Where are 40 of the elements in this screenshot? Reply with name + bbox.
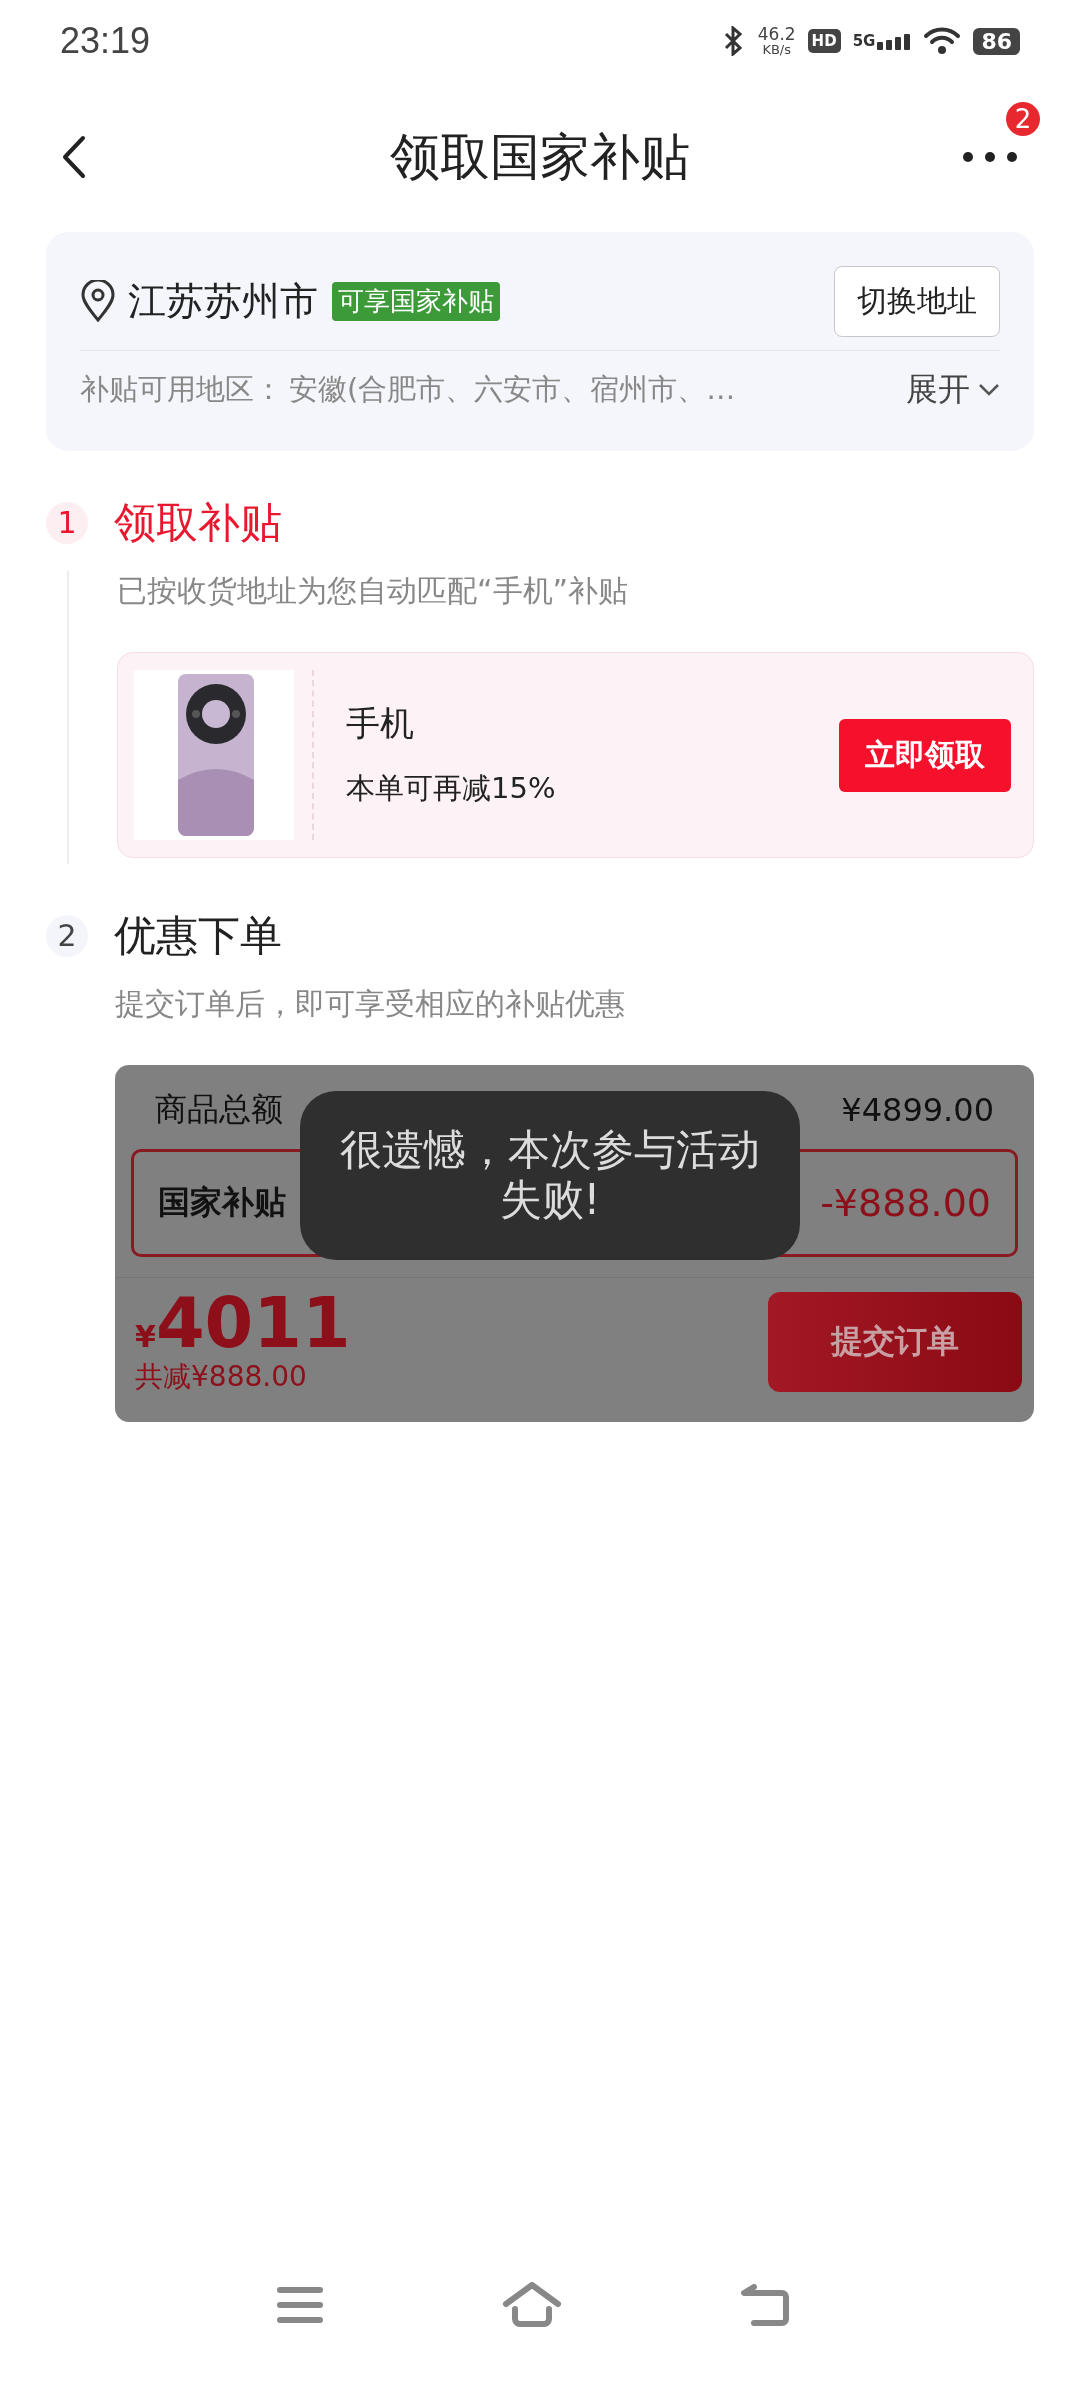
row-value: ¥4899.00	[841, 1091, 994, 1129]
regions-text: 安徽(合肥市、六安市、宿州市、…	[289, 371, 736, 408]
toast-message: 很遗憾，本次参与活动失败!	[300, 1091, 800, 1260]
currency-symbol: ¥	[135, 1319, 156, 1354]
step-subtitle: 提交订单后，即可享受相应的补贴优惠	[115, 985, 626, 1023]
city-name: 江苏苏州市	[128, 277, 318, 325]
expand-button[interactable]: 展开	[906, 368, 1000, 412]
step-number: 2	[46, 915, 88, 957]
menu-icon[interactable]	[276, 2285, 324, 2325]
step-number: 1	[46, 502, 88, 544]
network-type: 5G	[852, 32, 876, 50]
step-subtitle: 已按收货地址为您自动匹配“手机”补贴	[117, 572, 630, 610]
total-price: 4011	[155, 1288, 351, 1358]
location-pin-icon	[80, 280, 116, 322]
network-speed: 46.2	[757, 26, 796, 43]
step-title: 优惠下单	[114, 910, 282, 962]
wifi-icon	[923, 26, 962, 56]
coupon-name: 手机	[346, 702, 415, 745]
signal-icon	[877, 34, 912, 50]
row-label: 国家补贴	[158, 1182, 286, 1223]
back-icon[interactable]	[62, 135, 86, 179]
claim-button[interactable]: 立即领取	[839, 718, 1011, 792]
step-title: 领取补贴	[114, 497, 282, 549]
battery-icon: 86	[973, 27, 1020, 55]
speed-unit: KB/s	[762, 43, 791, 56]
row-value: -¥888.00	[820, 1181, 991, 1225]
row-label: 商品总额	[155, 1089, 283, 1130]
status-time: 23:19	[60, 20, 151, 62]
page-title: 领取国家补贴	[390, 126, 690, 188]
hd-badge: HD	[807, 29, 841, 53]
chevron-down-icon	[978, 383, 1000, 397]
home-icon[interactable]	[502, 2282, 562, 2328]
submit-order-button[interactable]: 提交订单	[768, 1292, 1022, 1392]
switch-address-button[interactable]: 切换地址	[834, 265, 1000, 337]
regions-label: 补贴可用地区：	[80, 371, 283, 408]
coupon-description: 本单可再减15%	[346, 770, 557, 807]
saved-amount: 共减¥888.00	[135, 1359, 308, 1395]
notification-badge: 2	[1006, 101, 1040, 136]
subsidy-tag: 可享国家补贴	[332, 281, 500, 321]
more-icon[interactable]	[962, 150, 1018, 163]
